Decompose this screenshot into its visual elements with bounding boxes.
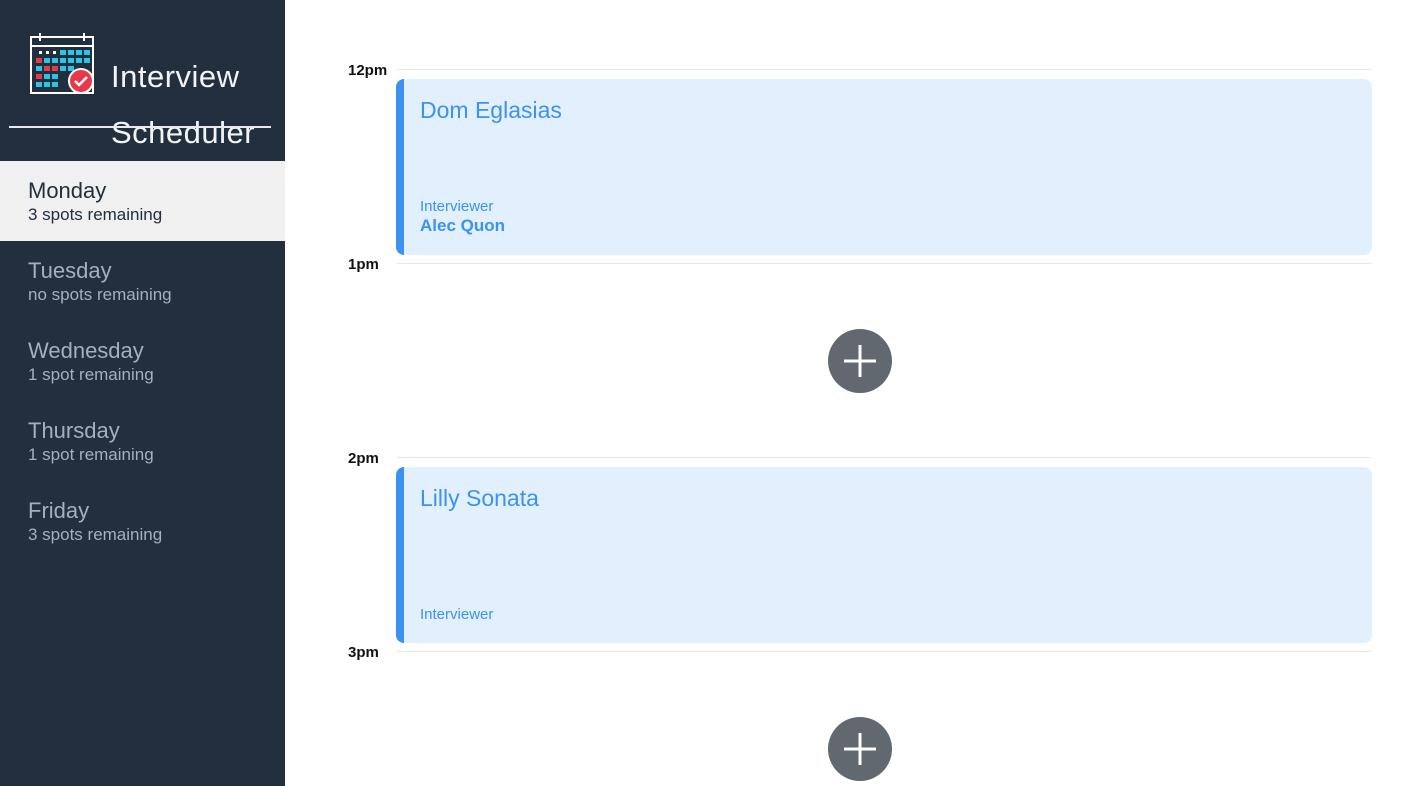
day-item-monday[interactable]: Monday 3 spots remaining bbox=[0, 161, 285, 241]
day-item-wednesday[interactable]: Wednesday 1 spot remaining bbox=[0, 321, 285, 401]
brand: Interview Scheduler bbox=[30, 33, 270, 148]
day-name: Wednesday bbox=[28, 338, 144, 363]
interviewer-name: Alec Quon bbox=[420, 216, 506, 235]
time-label: 3pm bbox=[348, 644, 379, 661]
day-item-tuesday[interactable]: Tuesday no spots remaining bbox=[0, 241, 285, 321]
student-name: Dom Eglasias bbox=[420, 97, 562, 123]
add-appointment-button[interactable] bbox=[828, 717, 892, 781]
student-name: Lilly Sonata bbox=[420, 485, 539, 511]
app-root: Interview Scheduler Monday 3 spots remai… bbox=[0, 0, 1413, 786]
day-name: Monday bbox=[28, 178, 107, 203]
appointment-accent bbox=[396, 467, 404, 643]
day-name: Tuesday bbox=[28, 258, 112, 283]
day-item-friday[interactable]: Friday 3 spots remaining bbox=[0, 481, 285, 561]
schedule: 12pm Dom Eglasias Interviewer Alec Quon … bbox=[285, 0, 1413, 786]
day-item-thursday[interactable]: Thursday 1 spot remaining bbox=[0, 401, 285, 481]
appointment-card[interactable]: Lilly Sonata Interviewer bbox=[396, 467, 1372, 643]
interviewer-label: Interviewer bbox=[420, 606, 494, 623]
day-spots: no spots remaining bbox=[28, 285, 172, 304]
appointment-accent bbox=[396, 79, 404, 255]
time-divider bbox=[397, 651, 1372, 652]
day-list: Monday 3 spots remaining Tuesday no spot… bbox=[0, 161, 285, 561]
add-appointment-button[interactable] bbox=[828, 329, 892, 393]
time-divider bbox=[397, 457, 1372, 458]
plus-icon bbox=[844, 733, 876, 765]
time-divider bbox=[397, 263, 1372, 264]
time-label: 2pm bbox=[348, 450, 379, 467]
day-spots: 3 spots remaining bbox=[28, 525, 163, 544]
sidebar-divider bbox=[9, 126, 271, 128]
interviewer-label: Interviewer bbox=[420, 198, 494, 215]
day-spots: 3 spots remaining bbox=[28, 205, 163, 224]
day-name: Friday bbox=[28, 498, 90, 523]
appointment-card[interactable]: Dom Eglasias Interviewer Alec Quon bbox=[396, 79, 1372, 255]
time-label: 12pm bbox=[348, 62, 388, 79]
app-title-line1: Interview bbox=[111, 59, 240, 94]
day-name: Thursday bbox=[28, 418, 120, 443]
day-spots: 1 spot remaining bbox=[28, 365, 154, 384]
calendar-check-icon bbox=[30, 33, 94, 94]
sidebar: Interview Scheduler Monday 3 spots remai… bbox=[0, 0, 285, 786]
day-spots: 1 spot remaining bbox=[28, 445, 154, 464]
time-divider bbox=[397, 69, 1372, 70]
plus-icon bbox=[844, 345, 876, 377]
app-title: Interview Scheduler bbox=[111, 35, 255, 175]
time-label: 1pm bbox=[348, 256, 379, 273]
app-title-line2: Scheduler bbox=[111, 115, 256, 150]
